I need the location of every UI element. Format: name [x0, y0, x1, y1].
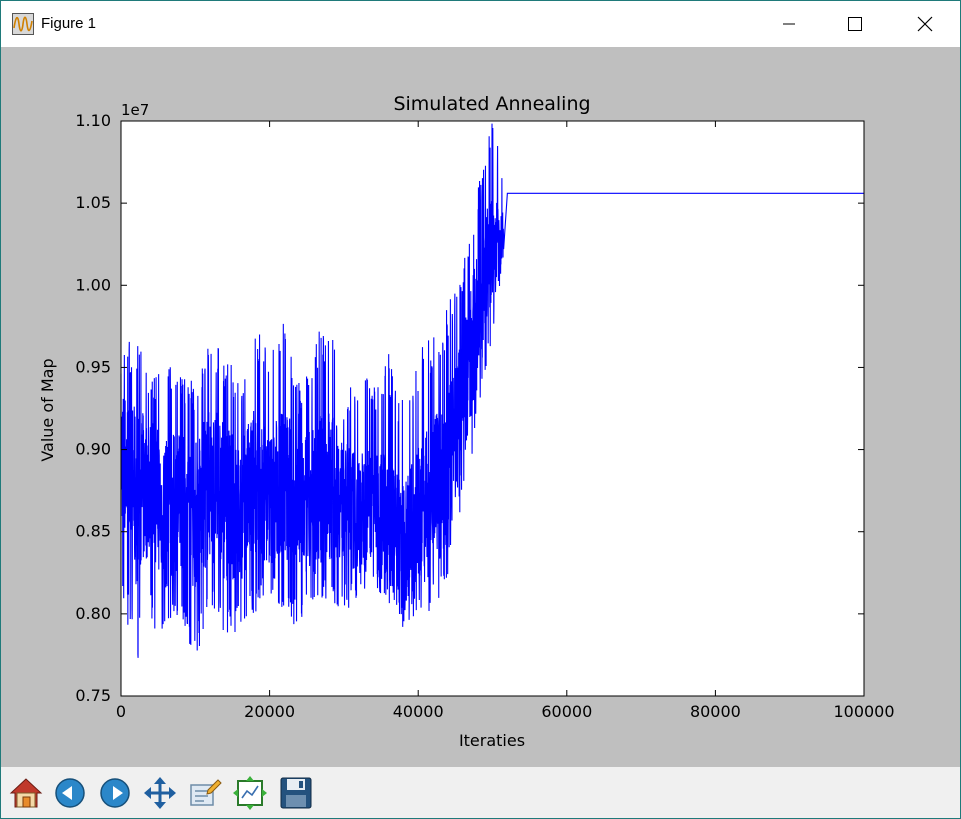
configure-subplots-icon — [233, 776, 267, 810]
home-button[interactable] — [7, 773, 45, 813]
minimize-icon — [783, 23, 795, 25]
y-axis-label: Value of Map — [38, 358, 57, 461]
navigation-toolbar — [1, 767, 960, 818]
save-button[interactable] — [277, 773, 315, 813]
y-tick-label: 1.10 — [75, 111, 111, 130]
x-tick-label: 20000 — [244, 702, 295, 721]
y-tick-label: 0.85 — [75, 522, 111, 541]
x-tick-label: 40000 — [393, 702, 444, 721]
window-title: Figure 1 — [41, 15, 97, 32]
y-tick-label: 0.80 — [75, 604, 111, 623]
close-icon — [917, 16, 933, 32]
y-tick-label: 0.75 — [75, 686, 111, 705]
x-axis-label: Iteraties — [459, 731, 525, 750]
home-icon — [9, 778, 43, 808]
y-tick-label: 0.90 — [75, 440, 111, 459]
x-tick-label: 80000 — [690, 702, 741, 721]
back-button[interactable] — [51, 773, 89, 813]
close-button[interactable] — [902, 1, 948, 47]
figure-window: Figure 1 0 20000 40000 60000 80000 100000 0.75… — [0, 0, 961, 819]
minimize-button[interactable] — [766, 1, 812, 47]
configure-subplots-button[interactable] — [231, 773, 269, 813]
figure-canvas[interactable]: 0 20000 40000 60000 80000 100000 0.75 0.80 0.85 0… — [1, 47, 960, 767]
save-icon — [280, 777, 312, 809]
pan-button[interactable] — [141, 773, 179, 813]
y-tick-label: 1.05 — [75, 193, 111, 212]
y-tick-label: 1.00 — [75, 275, 111, 294]
zoom-icon — [190, 779, 222, 806]
title-bar[interactable]: Figure 1 — [1, 1, 960, 47]
chart-title: Simulated Annealing — [393, 93, 590, 115]
y-tick-label: 0.95 — [75, 357, 111, 376]
forward-button[interactable] — [96, 773, 134, 813]
maximize-icon — [848, 17, 862, 31]
forward-icon — [100, 778, 130, 808]
back-icon — [55, 778, 85, 808]
y-offset-text: 1e7 — [121, 101, 149, 119]
matplotlib-app-icon — [12, 13, 34, 35]
x-tick-label: 0 — [116, 702, 126, 721]
x-tick-label: 60000 — [541, 702, 592, 721]
maximize-button[interactable] — [832, 1, 878, 47]
zoom-rect-button[interactable] — [186, 773, 224, 813]
plot-svg: 0 20000 40000 60000 80000 100000 0.75 0.80 0.85 0… — [38, 93, 895, 750]
pan-icon — [144, 777, 176, 809]
x-tick-label: 100000 — [833, 702, 894, 721]
